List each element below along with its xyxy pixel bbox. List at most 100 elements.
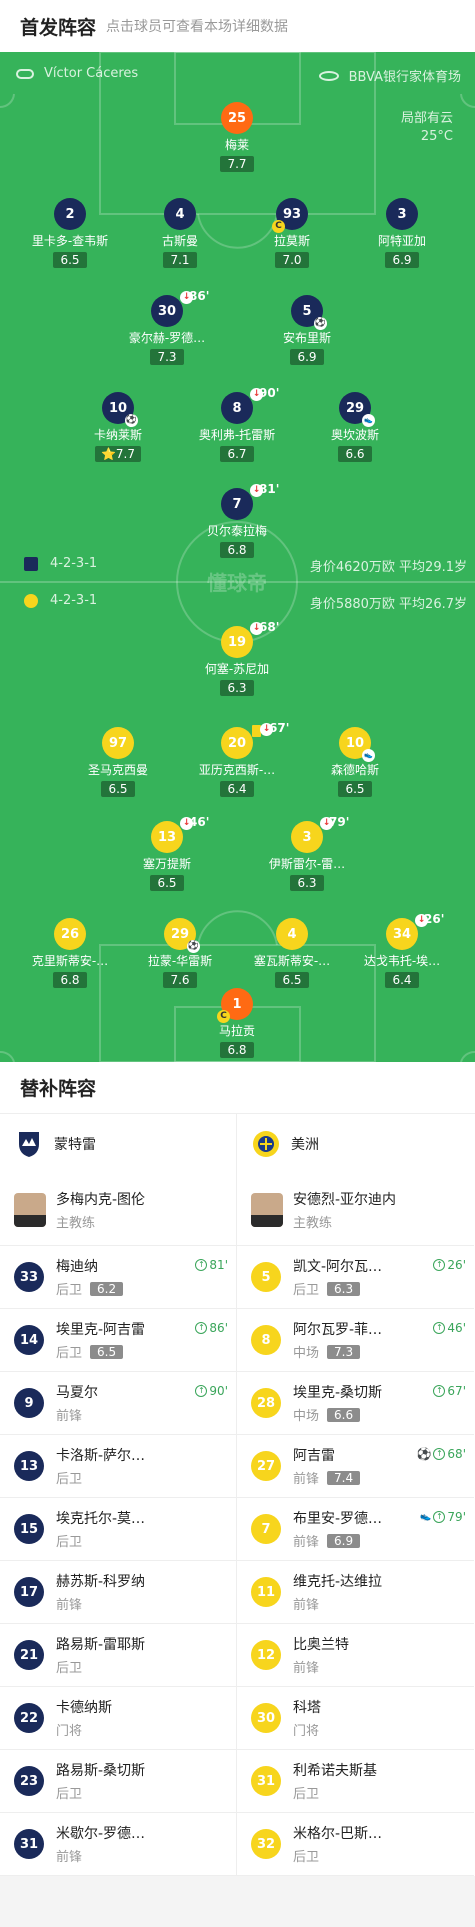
away-sub-row-1[interactable]: 8 阿尔瓦罗-菲… 中场 7.3 ↑ 46' (237, 1309, 474, 1372)
home-sub-row-5[interactable]: 17 赫苏斯-科罗纳 前锋 (0, 1561, 236, 1624)
sub-in-icon: ↑ (433, 1322, 446, 1334)
away-player-6[interactable]: 26 克里斯蒂安-… 6.8 (15, 918, 125, 988)
home-sub-row-1[interactable]: 14 埃里克-阿吉雷 后卫 6.5 ↑ 86' (0, 1309, 236, 1372)
sub-player-name: 卡洛斯-萨尔… (56, 1448, 146, 1464)
bench: 蒙特雷 多梅内克-图伦 主教练 33 梅迪纳 后卫 6.2 ↑ 81' 14 埃里克-阿吉雷后… (0, 1114, 475, 1876)
sub-player-position: 后卫 6.3 (293, 1279, 382, 1298)
home-sub-row-0[interactable]: 33 梅迪纳 后卫 6.2 ↑ 81' (0, 1246, 236, 1309)
america-logo-icon (251, 1129, 281, 1159)
captain-icon: C (272, 220, 285, 233)
home-player-0[interactable]: 25 梅莱 7.7 (182, 102, 292, 172)
away-player-7[interactable]: 29 ⚽ 拉蒙-华雷斯 7.6 (125, 918, 235, 988)
home-sub-row-6[interactable]: 21 路易斯-雷耶斯 后卫 (0, 1624, 236, 1687)
sub-player-name: 凯文-阿尔瓦… (293, 1259, 383, 1275)
player-rating: 6.4 (220, 781, 254, 797)
sub-player-name: 布里安-罗德… (293, 1511, 383, 1527)
home-player-3[interactable]: 93 C 拉莫斯 7.0 (237, 198, 347, 268)
pitch: 懂球帝 Víctor Cáceres BBVA银行家体育场 局部有云 25°C … (0, 52, 475, 1062)
home-formation: 4-2-3-1 (50, 556, 98, 571)
home-player-10[interactable]: 7 ↓ 81' 贝尔泰拉梅 6.8 (182, 482, 292, 558)
away-coach-role: 主教练 (293, 1215, 333, 1231)
player-number: 34 ↓ 26' (386, 912, 444, 950)
sub-player-info: 科塔 门将 (293, 1697, 321, 1739)
weather: 局部有云 25°C (401, 110, 453, 146)
player-rating: 6.5 (275, 972, 309, 988)
away-player-1[interactable]: 97 圣马克西曼 6.5 (63, 727, 173, 797)
bench-away-team[interactable]: 美洲 (237, 1114, 474, 1174)
away-sub-row-0[interactable]: 5 凯文-阿尔瓦… 后卫 6.3 ↑ 26' (237, 1246, 474, 1309)
home-player-4[interactable]: 3 阿特亚加 6.9 (347, 198, 457, 268)
home-player-7[interactable]: 10 ⚽ 卡纳莱斯 ⭐7.7 (63, 392, 173, 462)
away-sub-row-3[interactable]: 27 阿吉雷 前锋 7.4 ⚽ ↑ 68' (237, 1435, 474, 1498)
player-rating: 7.7 (220, 156, 254, 172)
away-sub-row-5[interactable]: 11 维克托-达维拉 前锋 (237, 1561, 474, 1624)
away-player-3[interactable]: 10 👟 森德哈斯 6.5 (300, 727, 410, 797)
home-sub-row-8[interactable]: 23 路易斯-桑切斯 后卫 (0, 1750, 236, 1813)
player-rating: 6.7 (220, 446, 254, 462)
away-coach[interactable]: 安德烈-亚尔迪内 主教练 (237, 1174, 474, 1246)
player-name: 克里斯蒂安-… (31, 954, 109, 968)
home-sub-row-3[interactable]: 13 卡洛斯-萨尔… 后卫 (0, 1435, 236, 1498)
home-player-5[interactable]: 30 ↓ 86' 豪尔赫-罗德… 7.3 (112, 289, 222, 365)
sub-player-position: 前锋 7.4 (293, 1468, 361, 1487)
away-player-2[interactable]: 20 ↓ 67' 亚历克西斯-… 6.4 (182, 721, 292, 797)
sub-in-indicator: ↑ 46' (433, 1321, 466, 1335)
sub-player-number: 27 (251, 1451, 281, 1481)
player-number: 29 👟 (339, 392, 375, 427)
sub-player-name: 科塔 (293, 1700, 321, 1716)
away-player-0[interactable]: 19 ↓ 68' 何塞-苏尼加 6.3 (182, 620, 292, 696)
player-rating: 6.5 (53, 252, 87, 268)
sub-player-name: 卡德纳斯 (56, 1700, 112, 1716)
away-player-8[interactable]: 4 塞瓦斯蒂安-… 6.5 (237, 918, 347, 988)
sub-player-number: 12 (251, 1640, 281, 1670)
home-sub-row-9[interactable]: 31 米歇尔-罗德… 前锋 (0, 1813, 236, 1876)
sub-player-position-text: 后卫 (56, 1787, 83, 1802)
bench-title: 替补阵容 (0, 1062, 475, 1114)
home-player-2[interactable]: 4 古斯曼 7.1 (125, 198, 235, 268)
goal-ball-icon: ⚽ (416, 1447, 432, 1461)
away-sub-row-8[interactable]: 31 利希诺夫斯基 后卫 (237, 1750, 474, 1813)
away-sub-row-2[interactable]: 28 埃里克-桑切斯 中场 6.6 ↑ 67' (237, 1372, 474, 1435)
bench-away-team-name: 美洲 (291, 1137, 319, 1153)
home-player-1[interactable]: 2 里卡多-查韦斯 6.5 (15, 198, 125, 268)
player-name: 拉莫斯 (273, 234, 310, 248)
sub-out-time: 79' (329, 815, 350, 829)
sub-player-info: 利希诺夫斯基 后卫 (293, 1760, 377, 1802)
player-number: 3 (386, 198, 418, 230)
away-player-10[interactable]: 1 C 马拉贡 6.8 (182, 988, 292, 1058)
sub-player-position: 前锋 (293, 1594, 382, 1613)
home-sub-row-4[interactable]: 15 埃克托尔-莫… 后卫 (0, 1498, 236, 1561)
player-rating: 6.3 (220, 680, 254, 696)
player-name: 豪尔赫-罗德… (128, 331, 206, 345)
bench-home-team[interactable]: 蒙特雷 (0, 1114, 236, 1174)
home-player-9[interactable]: 29 👟 奥坎波斯 6.6 (300, 392, 410, 462)
away-formation: 4-2-3-1 (50, 593, 98, 608)
assist-boot-icon: 👟 (362, 414, 375, 427)
player-number: 26 (54, 918, 86, 950)
away-sub-row-9[interactable]: 32 米格尔-巴斯… 后卫 (237, 1813, 474, 1876)
player-rating: 6.8 (220, 542, 254, 558)
away-sub-row-4[interactable]: 7 布里安-罗德… 前锋 6.9 👟 ↑ 79' (237, 1498, 474, 1561)
assist-boot-icon: 👟 (362, 749, 375, 762)
away-player-9[interactable]: 34 ↓ 26' 达戈韦托-埃… 6.4 (347, 912, 457, 988)
sub-player-position-text: 门将 (56, 1724, 83, 1739)
home-sub-row-7[interactable]: 22 卡德纳斯 门将 (0, 1687, 236, 1750)
home-coach[interactable]: 多梅内克-图伦 主教练 (0, 1174, 236, 1246)
away-sub-row-6[interactable]: 12 比奥兰特 前锋 (237, 1624, 474, 1687)
home-player-8[interactable]: 8 ↓ 90' 奥利弗-托雷斯 6.7 (182, 386, 292, 462)
sub-player-number: 30 (251, 1703, 281, 1733)
away-player-4[interactable]: 13 ↓ 46' 塞万提斯 6.5 (112, 815, 222, 891)
player-number: 25 (221, 102, 253, 134)
away-sub-row-7[interactable]: 30 科塔 门将 (237, 1687, 474, 1750)
sub-in-time: 81' (209, 1258, 228, 1272)
stadium-name: BBVA银行家体育场 (348, 70, 461, 85)
home-player-6[interactable]: 5 ⚽ 安布里斯 6.9 (252, 295, 362, 365)
sub-player-info: 比奥兰特 前锋 (293, 1634, 349, 1676)
sub-player-name: 利希诺夫斯基 (293, 1763, 377, 1779)
away-player-5[interactable]: 3 ↓ 79' 伊斯雷尔-雷… 6.3 (252, 815, 362, 891)
sub-player-position-text: 后卫 (56, 1346, 83, 1361)
home-sub-row-2[interactable]: 9 马夏尔 前锋 ↑ 90' (0, 1372, 236, 1435)
sub-player-name: 阿吉雷 (293, 1448, 335, 1464)
sub-player-number: 31 (14, 1829, 44, 1859)
player-name: 圣马克西曼 (87, 763, 148, 777)
